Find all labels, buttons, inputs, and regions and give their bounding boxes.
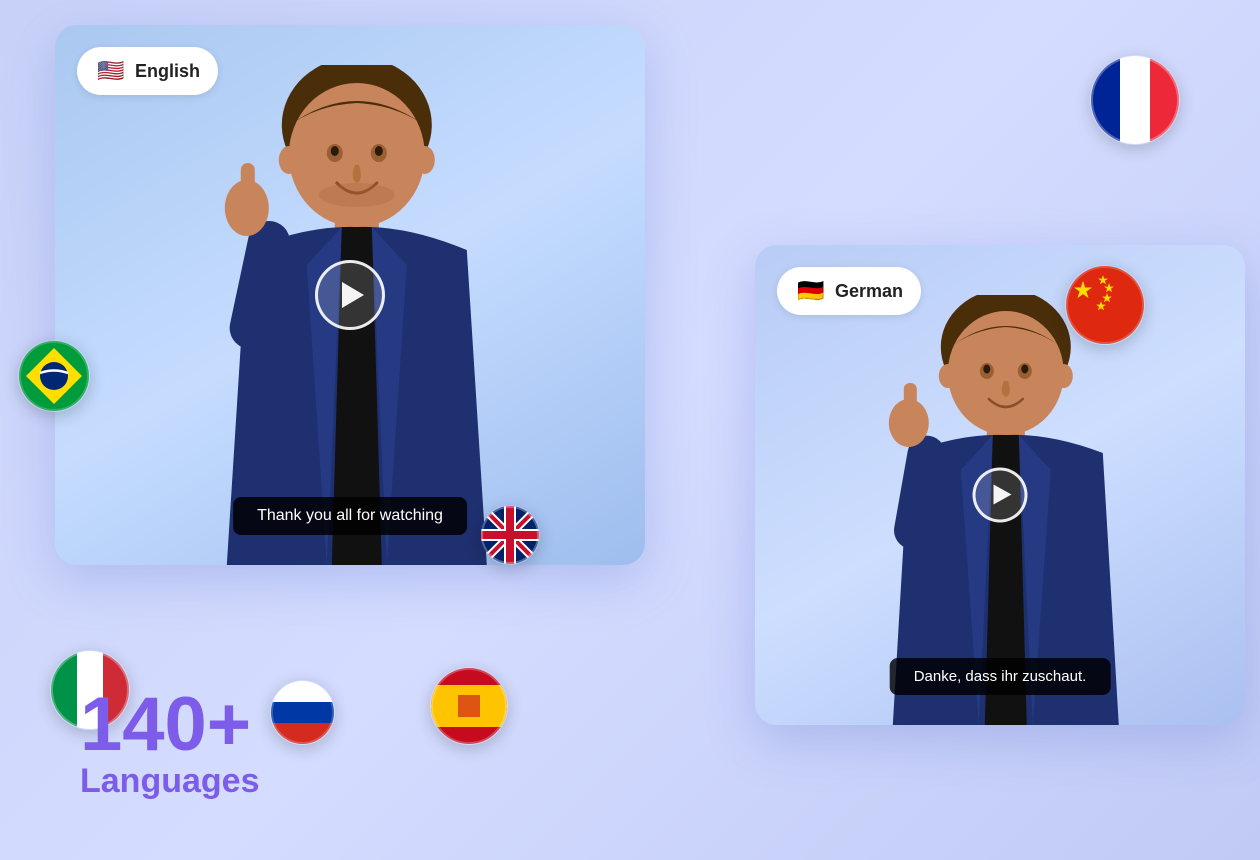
english-play-button[interactable] <box>315 260 385 330</box>
stats-number: 140+ <box>80 687 259 763</box>
us-flag-badge: 🇺🇸 <box>95 55 127 87</box>
german-lang-label: German <box>835 281 903 302</box>
de-flag-badge: 🇩🇪 <box>795 275 827 307</box>
china-flag <box>1065 265 1145 345</box>
stats-container: 140+ Languages <box>80 687 259 800</box>
german-play-button[interactable] <box>973 467 1028 522</box>
german-subtitle: Danke, dass ihr zuschaut. <box>890 658 1111 695</box>
spain-flag <box>430 667 508 745</box>
english-video-card: 🇺🇸 English Thank you all for watching <box>55 25 645 565</box>
russia-flag <box>270 680 335 745</box>
background: 🇺🇸 English Thank you all for watching <box>0 0 1260 860</box>
german-video-card: 🇩🇪 German Danke, dass ihr zuschaut. <box>755 245 1245 725</box>
stats-label: Languages <box>80 763 259 800</box>
brazil-flag <box>18 340 90 412</box>
english-subtitle: Thank you all for watching <box>233 497 467 535</box>
english-lang-badge: 🇺🇸 English <box>77 47 218 95</box>
uk-flag <box>480 505 540 565</box>
france-flag <box>1090 55 1180 145</box>
english-lang-label: English <box>135 61 200 82</box>
german-lang-badge: 🇩🇪 German <box>777 267 921 315</box>
